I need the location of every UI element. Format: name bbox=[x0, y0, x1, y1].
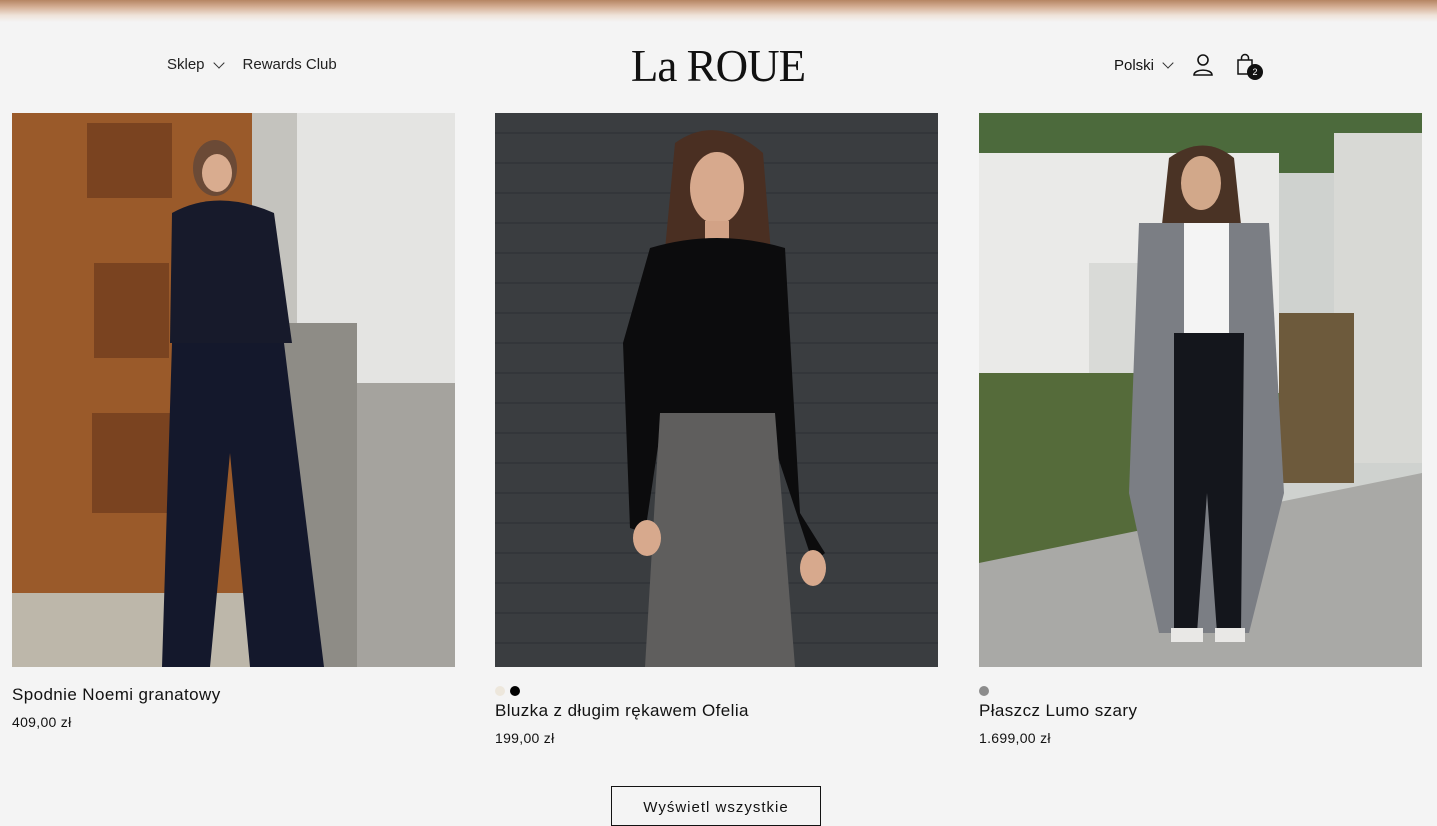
product-card: Bluzka z długim rękawem Ofelia 199,00 zł bbox=[495, 113, 938, 746]
color-swatches bbox=[979, 686, 1422, 697]
nav-rewards-label: Rewards Club bbox=[242, 56, 337, 73]
color-swatches bbox=[495, 686, 938, 697]
account-button[interactable] bbox=[1190, 52, 1216, 78]
product-title[interactable]: Płaszcz Lumo szary bbox=[979, 701, 1422, 721]
chevron-down-icon bbox=[1162, 57, 1174, 69]
language-label: Polski bbox=[1114, 56, 1155, 74]
cart-count-badge: 2 bbox=[1247, 64, 1264, 80]
color-swatch-black[interactable] bbox=[510, 686, 520, 696]
product-title[interactable]: Spodnie Noemi granatowy bbox=[12, 685, 455, 705]
product-image[interactable] bbox=[495, 113, 938, 667]
color-swatch-cream[interactable] bbox=[495, 686, 505, 696]
language-selector[interactable]: Polski bbox=[1114, 56, 1174, 74]
nav-shop-label: Sklep bbox=[167, 56, 205, 73]
color-swatch-grey[interactable] bbox=[979, 686, 989, 696]
user-icon bbox=[1193, 54, 1213, 76]
chevron-down-icon bbox=[212, 56, 225, 69]
main-nav: Sklep Rewards Club bbox=[167, 56, 337, 73]
product-card: Spodnie Noemi granatowy 409,00 zł bbox=[12, 113, 455, 730]
view-all-button[interactable]: Wyświetl wszystkie bbox=[611, 786, 821, 826]
site-header: Sklep Rewards Club La ROUE Polski 2 bbox=[0, 22, 1437, 113]
brand-logo[interactable]: La ROUE bbox=[618, 40, 818, 92]
product-image[interactable] bbox=[12, 113, 455, 667]
nav-rewards-club[interactable]: Rewards Club bbox=[243, 56, 337, 73]
product-price: 409,00 zł bbox=[12, 714, 72, 730]
nav-shop[interactable]: Sklep bbox=[167, 56, 225, 73]
product-price: 1.699,00 zł bbox=[979, 730, 1051, 746]
announcement-bar bbox=[0, 0, 1437, 22]
header-actions: Polski 2 bbox=[1114, 52, 1264, 80]
cart-button[interactable]: 2 bbox=[1234, 52, 1264, 80]
product-price: 199,00 zł bbox=[495, 730, 555, 746]
product-title[interactable]: Bluzka z długim rękawem Ofelia bbox=[495, 701, 938, 721]
product-card: Płaszcz Lumo szary 1.699,00 zł bbox=[979, 113, 1422, 746]
product-image[interactable] bbox=[979, 113, 1422, 667]
